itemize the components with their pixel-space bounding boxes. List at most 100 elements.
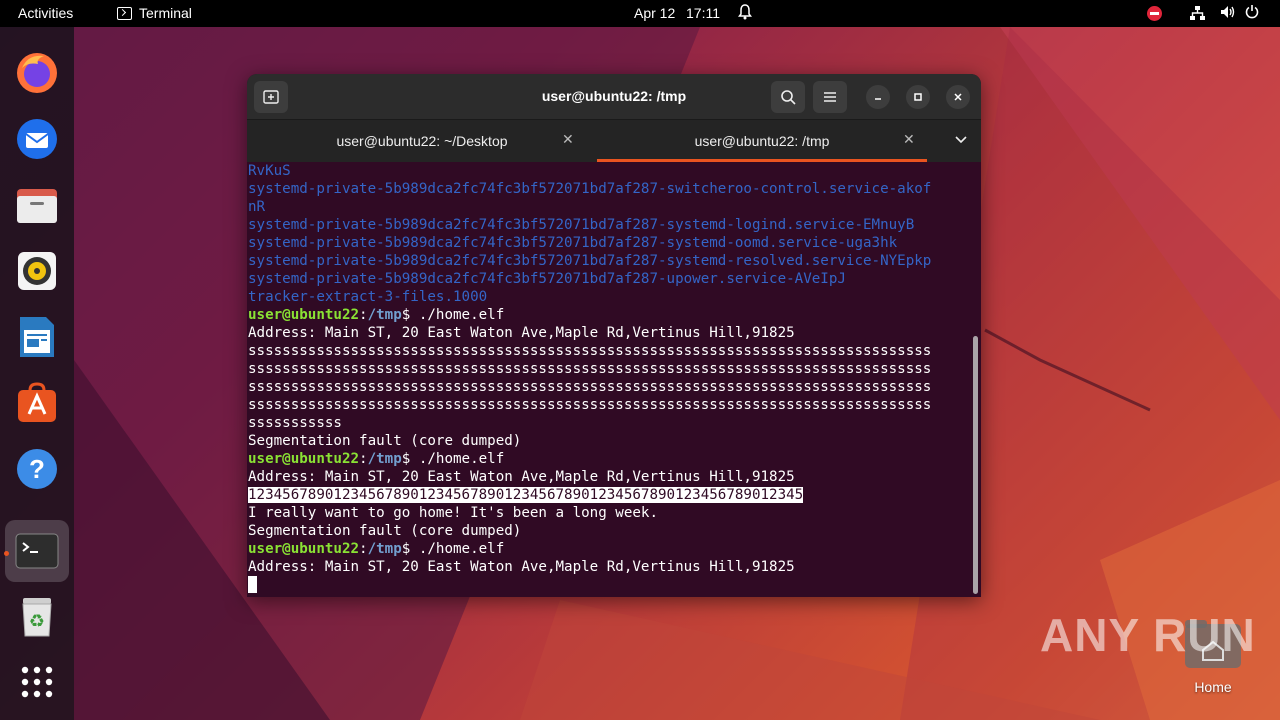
- prompt-separator: :: [359, 451, 368, 467]
- terminal-line: user@ubuntu22:/tmp$ ./home.elf: [248, 540, 971, 558]
- chevron-down-icon[interactable]: [955, 132, 967, 147]
- output-text: RvKuS: [248, 163, 291, 179]
- top-bar: Activities Terminal Apr 12 17:11: [0, 0, 1280, 27]
- scrollbar[interactable]: [973, 336, 978, 594]
- tab-desktop[interactable]: user@ubuntu22: ~/Desktop ✕: [247, 120, 597, 162]
- thunderbird-icon[interactable]: [14, 116, 60, 162]
- terminal-line: ssssssssssssssssssssssssssssssssssssssss…: [248, 360, 971, 378]
- running-indicator: [4, 551, 9, 556]
- files-icon[interactable]: [14, 182, 60, 228]
- terminal-line: systemd-private-5b989dca2fc74fc3bf572071…: [248, 252, 971, 270]
- minimize-button[interactable]: [866, 85, 890, 109]
- show-apps-icon[interactable]: [14, 659, 60, 705]
- output-text: systemd-private-5b989dca2fc74fc3bf572071…: [248, 271, 846, 287]
- output-text: sssssssssss: [248, 415, 342, 431]
- terminal-line: Segmentation fault (core dumped): [248, 522, 971, 540]
- help-icon[interactable]: ?: [14, 446, 60, 492]
- tab-label: user@ubuntu22: ~/Desktop: [336, 133, 508, 149]
- output-text: Segmentation fault (core dumped): [248, 523, 522, 539]
- terminal-line: I really want to go home! It's been a lo…: [248, 504, 971, 522]
- prompt-path: /tmp: [367, 541, 402, 557]
- terminal-line: Segmentation fault (core dumped): [248, 432, 971, 450]
- search-button[interactable]: [771, 81, 805, 113]
- terminal-line: [248, 576, 971, 594]
- terminal-line: ssssssssssssssssssssssssssssssssssssssss…: [248, 378, 971, 396]
- prompt-separator: :: [359, 307, 368, 323]
- app-name: Terminal: [139, 5, 192, 21]
- volume-icon[interactable]: [1220, 5, 1236, 22]
- terminal-line: ssssssssssssssssssssssssssssssssssssssss…: [248, 396, 971, 414]
- tab-close-icon[interactable]: ✕: [562, 131, 574, 148]
- prompt-command: $ ./home.elf: [401, 307, 505, 323]
- terminal-line: Address: Main ST, 20 East Waton Ave,Mapl…: [248, 324, 971, 342]
- firefox-icon[interactable]: [14, 50, 60, 96]
- output-text: Address: Main ST, 20 East Waton Ave,Mapl…: [248, 325, 795, 341]
- tab-tmp[interactable]: user@ubuntu22: /tmp ✕: [597, 120, 927, 162]
- terminal-window: user@ubuntu22: /tmp user@ubuntu22: ~/Des…: [247, 74, 981, 597]
- output-text: ssssssssssssssssssssssssssssssssssssssss…: [248, 379, 932, 395]
- terminal-line: tracker-extract-3-files.1000: [248, 288, 971, 306]
- prompt-user: user@ubuntu22: [248, 307, 360, 323]
- clock-date[interactable]: Apr 12: [634, 5, 675, 21]
- output-text: ssssssssssssssssssssssssssssssssssssssss…: [248, 397, 932, 413]
- terminal-line: Address: Main ST, 20 East Waton Ave,Mapl…: [248, 558, 971, 576]
- output-text: systemd-private-5b989dca2fc74fc3bf572071…: [248, 235, 898, 251]
- terminal-line: sssssssssss: [248, 414, 971, 432]
- output-text: Segmentation fault (core dumped): [248, 433, 522, 449]
- output-text: Address: Main ST, 20 East Waton Ave,Mapl…: [248, 469, 795, 485]
- output-text: systemd-private-5b989dca2fc74fc3bf572071…: [248, 181, 932, 197]
- bell-icon[interactable]: [738, 4, 752, 23]
- output-text: systemd-private-5b989dca2fc74fc3bf572071…: [248, 217, 915, 233]
- power-icon[interactable]: [1245, 4, 1259, 22]
- output-text: ssssssssssssssssssssssssssssssssssssssss…: [248, 343, 932, 359]
- network-icon[interactable]: [1190, 6, 1205, 20]
- trash-icon[interactable]: ♻: [14, 594, 60, 640]
- output-text: Address: Main ST, 20 East Waton Ave,Mapl…: [248, 559, 795, 575]
- tab-close-icon[interactable]: ✕: [903, 131, 915, 148]
- hamburger-menu-button[interactable]: [813, 81, 847, 113]
- dock: ? ♻: [0, 27, 74, 720]
- app-menu-terminal[interactable]: Terminal: [117, 5, 192, 21]
- text-cursor: [248, 576, 257, 593]
- terminal-line: systemd-private-5b989dca2fc74fc3bf572071…: [248, 216, 971, 234]
- terminal-line: systemd-private-5b989dca2fc74fc3bf572071…: [248, 234, 971, 252]
- prompt-command: $ ./home.elf: [401, 541, 505, 557]
- clock-time[interactable]: 17:11: [686, 5, 720, 21]
- output-text: I really want to go home! It's been a lo…: [248, 505, 658, 521]
- prompt-user: user@ubuntu22: [248, 541, 360, 557]
- terminal-line: ssssssssssssssssssssssssssssssssssssssss…: [248, 342, 971, 360]
- output-text: systemd-private-5b989dca2fc74fc3bf572071…: [248, 253, 932, 269]
- app-center-icon[interactable]: [14, 380, 60, 426]
- watermark-logo: ANY RUN: [1040, 609, 1256, 661]
- rhythmbox-icon[interactable]: [14, 248, 60, 294]
- tab-bar: user@ubuntu22: ~/Desktop ✕ user@ubuntu22…: [247, 120, 981, 162]
- output-text: nR: [248, 199, 266, 215]
- prompt-separator: :: [359, 541, 368, 557]
- prompt-user: user@ubuntu22: [248, 451, 360, 467]
- terminal-line: RvKuS: [248, 162, 971, 180]
- terminal-line: systemd-private-5b989dca2fc74fc3bf572071…: [248, 180, 971, 198]
- terminal-output[interactable]: RvKuS systemd-private-5b989dca2fc74fc3bf5…: [247, 162, 971, 597]
- prompt-path: /tmp: [367, 307, 402, 323]
- output-text: tracker-extract-3-files.1000: [248, 289, 488, 305]
- terminal-line: nR: [248, 198, 971, 216]
- maximize-button[interactable]: [906, 85, 930, 109]
- terminal-icon: [117, 6, 132, 20]
- terminal-line: systemd-private-5b989dca2fc74fc3bf572071…: [248, 270, 971, 288]
- prompt-command: $ ./home.elf: [401, 451, 505, 467]
- recording-stop-icon[interactable]: [1147, 6, 1162, 21]
- terminal-line: 1234567890123456789012345678901234567890…: [248, 486, 971, 504]
- selected-text: 1234567890123456789012345678901234567890…: [248, 487, 804, 503]
- prompt-path: /tmp: [367, 451, 402, 467]
- terminal-line: Address: Main ST, 20 East Waton Ave,Mapl…: [248, 468, 971, 486]
- svg-text:?: ?: [29, 454, 45, 484]
- activities-button[interactable]: Activities: [18, 5, 73, 21]
- terminal-line: user@ubuntu22:/tmp$ ./home.elf: [248, 450, 971, 468]
- close-button[interactable]: [946, 85, 970, 109]
- libreoffice-writer-icon[interactable]: [14, 314, 60, 360]
- tab-label: user@ubuntu22: /tmp: [694, 133, 830, 149]
- home-folder-label[interactable]: Home: [1183, 679, 1243, 695]
- terminal-icon[interactable]: [14, 528, 60, 574]
- title-bar[interactable]: user@ubuntu22: /tmp: [247, 74, 981, 120]
- terminal-line: user@ubuntu22:/tmp$ ./home.elf: [248, 306, 971, 324]
